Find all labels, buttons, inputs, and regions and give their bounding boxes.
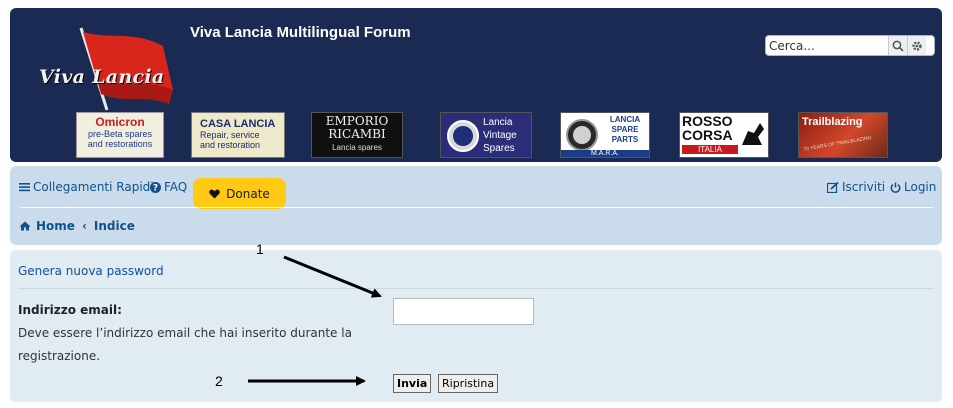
- banner-line: and restoration: [200, 140, 261, 150]
- search-box: [765, 35, 935, 56]
- annotation-number-1: 1: [256, 241, 264, 257]
- banner-line: Lancia: [483, 117, 513, 128]
- banner-title: Omicron: [95, 115, 145, 129]
- search-input[interactable]: [766, 36, 888, 55]
- register-label: Iscriviti: [842, 180, 886, 194]
- quick-links-menu[interactable]: Collegamenti Rapidi: [19, 180, 154, 194]
- prancing-horse-icon: [742, 123, 764, 145]
- breadcrumb-index[interactable]: Indice: [94, 219, 135, 233]
- banner-line: PARTS: [611, 135, 639, 144]
- banner-line: and restorations: [87, 139, 153, 149]
- annotation-number-2: 2: [215, 373, 223, 389]
- banner-line: Spares: [483, 143, 515, 154]
- reset-button[interactable]: Ripristina: [438, 374, 499, 393]
- login-label: Login: [904, 180, 937, 194]
- banner-line: M.A.R.A.: [561, 150, 649, 157]
- donate-button[interactable]: Donate: [193, 178, 286, 209]
- register-link[interactable]: Iscriviti: [827, 180, 885, 194]
- logo-text: Viva Lancia: [39, 66, 165, 88]
- banner-casa-lancia[interactable]: CASA LANCIA Repair, service and restorat…: [191, 112, 285, 158]
- edit-icon: [827, 181, 839, 193]
- quick-links-label: Collegamenti Rapidi: [33, 180, 154, 194]
- search-button[interactable]: [888, 36, 907, 55]
- svg-text:?: ?: [153, 183, 158, 192]
- email-label: Indirizzo email:: [18, 303, 122, 317]
- submit-button[interactable]: Invia: [393, 374, 432, 393]
- nav-divider: [20, 207, 933, 208]
- search-icon: [892, 40, 904, 52]
- heart-icon: [209, 189, 220, 198]
- site-title[interactable]: Viva Lancia Multilingual Forum: [190, 24, 411, 41]
- breadcrumb-chevron-icon: ‹: [81, 219, 87, 233]
- gear-icon: [912, 40, 922, 51]
- banner-title-2: CORSA: [682, 127, 733, 143]
- nav-main: Collegamenti Rapidi ? FAQ Donate Iscrivi…: [10, 172, 942, 209]
- advanced-search-button[interactable]: [907, 36, 926, 55]
- banner-lancia-vintage-spares[interactable]: Lancia Vintage Spares: [440, 112, 532, 158]
- email-help-text: Deve essere l’indirizzo email che hai in…: [18, 326, 352, 363]
- panel-divider: [18, 288, 934, 289]
- banner-title: Trailblazing: [802, 116, 863, 128]
- site-header: Viva Lancia Viva Lancia Multilingual For…: [10, 8, 942, 162]
- banner-line: LANCIA: [609, 115, 641, 124]
- site-logo[interactable]: Viva Lancia: [23, 20, 179, 111]
- banner-line: Repair, service: [200, 130, 260, 140]
- email-field[interactable]: [393, 298, 534, 325]
- banner-line: Lancia spares: [332, 143, 382, 152]
- login-link[interactable]: Login: [890, 180, 936, 194]
- breadcrumb: Home ‹ Indice: [19, 219, 135, 233]
- donate-label: Donate: [226, 186, 270, 201]
- banner-line: Vintage: [483, 130, 517, 141]
- banner-line: ITALIA: [682, 145, 738, 154]
- faq-label: FAQ: [164, 180, 188, 194]
- lancia-shield-icon: [447, 120, 479, 152]
- banner-omicron[interactable]: Omicron pre-Beta spares and restorations: [76, 112, 164, 158]
- banner-line: SPARE: [611, 125, 639, 134]
- banner-title: ROSSO: [682, 113, 733, 129]
- banner-line: 70 YEARS OF TRAILBLAZING: [803, 135, 873, 153]
- banner-line: pre-Beta spares: [87, 129, 153, 139]
- banner-title: CASA LANCIA: [200, 118, 276, 130]
- lancia-shield-icon: [566, 119, 598, 151]
- question-icon: ?: [150, 181, 161, 193]
- home-icon: [19, 221, 31, 231]
- banner-emporio-ricambi[interactable]: EMPORIO RICAMBI Lancia spares: [311, 112, 403, 158]
- banner-rosso-corsa[interactable]: ROSSO CORSA ITALIA: [679, 112, 769, 158]
- breadcrumb-home[interactable]: Home: [36, 219, 75, 233]
- sponsor-banners: Omicron pre-Beta spares and restorations…: [76, 112, 896, 158]
- banner-title-2: RICAMBI: [328, 127, 386, 141]
- banner-lancia-spare-parts[interactable]: LANCIA SPARE PARTS M.A.R.A.: [560, 112, 650, 158]
- navbar: Collegamenti Rapidi ? FAQ Donate Iscrivi…: [10, 166, 942, 245]
- banner-trailblazing[interactable]: Trailblazing 70 YEARS OF TRAILBLAZING: [798, 112, 888, 158]
- menu-icon: [19, 183, 30, 192]
- power-icon: [890, 182, 901, 193]
- faq-link[interactable]: ? FAQ: [150, 180, 187, 194]
- password-reset-panel: Genera nuova password Indirizzo email: D…: [10, 250, 942, 402]
- panel-title: Genera nuova password: [18, 264, 164, 278]
